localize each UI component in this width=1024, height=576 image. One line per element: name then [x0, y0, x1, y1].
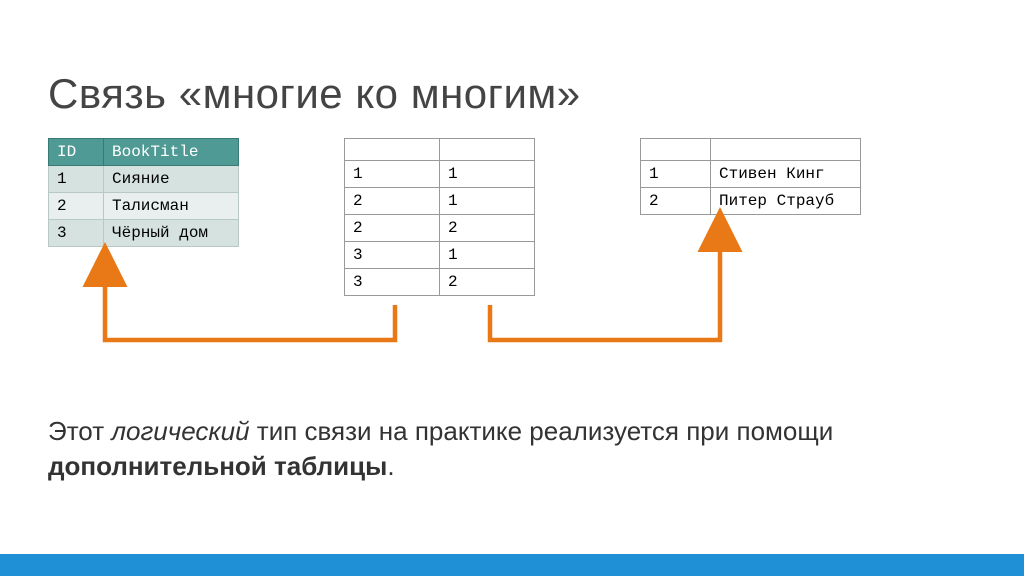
cell: 1 — [49, 166, 104, 193]
cell: 3 — [345, 242, 440, 269]
cell — [440, 139, 535, 161]
text: . — [387, 451, 394, 481]
cell: 3 — [49, 220, 104, 247]
tables-container: ID BookTitle 1 Сияние 2 Талисман 3 Чёрны… — [48, 138, 861, 296]
table-header-row — [345, 139, 535, 161]
cell: 2 — [440, 269, 535, 296]
cell: 2 — [641, 188, 711, 215]
table-row: 1 Стивен Кинг — [641, 161, 861, 188]
column-header: ID — [49, 139, 104, 166]
cell: 1 — [440, 161, 535, 188]
table-row: 3 2 — [345, 269, 535, 296]
cell: 1 — [641, 161, 711, 188]
cell: Стивен Кинг — [711, 161, 861, 188]
authors-table: 1 Стивен Кинг 2 Питер Страуб — [640, 138, 861, 215]
cell: 1 — [440, 242, 535, 269]
cell: Талисман — [104, 193, 239, 220]
cell: 2 — [440, 215, 535, 242]
books-table: ID BookTitle 1 Сияние 2 Талисман 3 Чёрны… — [48, 138, 239, 247]
cell: 2 — [49, 193, 104, 220]
description-text: Этот логический тип связи на практике ре… — [48, 414, 948, 484]
text: тип связи на практике реализуется при по… — [250, 416, 834, 446]
cell: Сияние — [104, 166, 239, 193]
cell: 1 — [345, 161, 440, 188]
table-row: 1 1 — [345, 161, 535, 188]
table-row: 3 Чёрный дом — [49, 220, 239, 247]
cell: Питер Страуб — [711, 188, 861, 215]
cell: 2 — [345, 215, 440, 242]
table-row: 2 2 — [345, 215, 535, 242]
cell: Чёрный дом — [104, 220, 239, 247]
slide: Связь «многие ко многим» ID BookTitle 1 … — [0, 0, 1024, 576]
table-row: 2 1 — [345, 188, 535, 215]
table-header-row — [641, 139, 861, 161]
cell — [345, 139, 440, 161]
table-row: 2 Питер Страуб — [641, 188, 861, 215]
text: Этот — [48, 416, 111, 446]
table-header-row: ID BookTitle — [49, 139, 239, 166]
cell — [711, 139, 861, 161]
slide-title: Связь «многие ко многим» — [48, 70, 581, 118]
table-row: 1 Сияние — [49, 166, 239, 193]
column-header: BookTitle — [104, 139, 239, 166]
text-italic: логический — [111, 416, 249, 446]
table-row: 2 Талисман — [49, 193, 239, 220]
table-row: 3 1 — [345, 242, 535, 269]
cell — [641, 139, 711, 161]
cell: 3 — [345, 269, 440, 296]
slide-footer-bar — [0, 554, 1024, 576]
cell: 1 — [440, 188, 535, 215]
cell: 2 — [345, 188, 440, 215]
text-bold: дополнительной таблицы — [48, 451, 387, 481]
junction-table: 1 1 2 1 2 2 3 1 3 2 — [344, 138, 535, 296]
